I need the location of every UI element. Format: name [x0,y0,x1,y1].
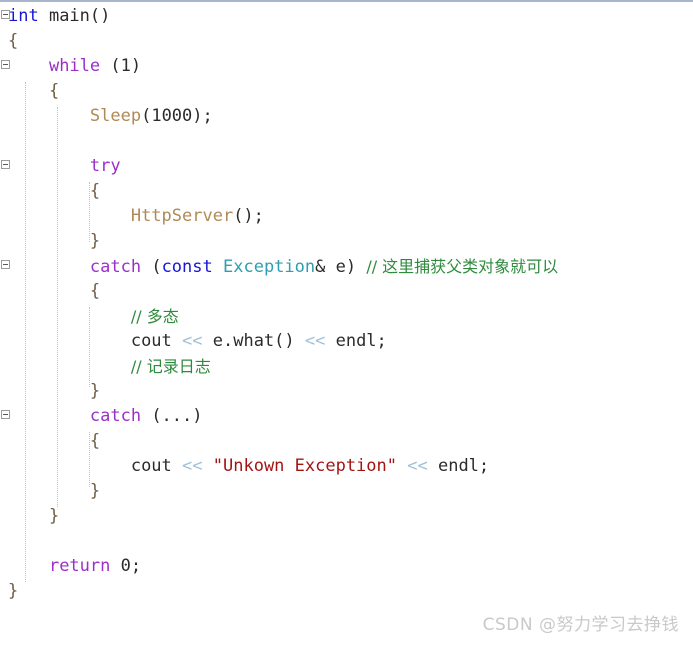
token: // 多态 [130,307,179,326]
token: main() [38,6,111,26]
line-int-main[interactable]: int main() [8,4,110,29]
line-cout-unkown[interactable]: cout << "Unkown Exception" << endl; [8,454,489,479]
line-open-brace-try[interactable]: { [8,179,100,204]
token: while [48,56,101,76]
token: 0 [120,556,131,576]
token: ; [130,556,142,576]
token: { [8,81,60,101]
line-close-brace-catch-all[interactable]: } [8,479,100,504]
code-editor-root: int main(){ while (1) { Sleep(1000); try… [0,0,693,645]
line-sleep[interactable]: Sleep(1000); [8,104,213,129]
token: endl; [325,331,387,351]
line-blank-1[interactable] [8,129,18,154]
line-catch-all[interactable]: catch (...) [8,404,203,429]
token: ) [130,56,142,76]
token: << [182,331,203,351]
line-while[interactable]: while (1) [8,54,141,79]
line-open-brace-while[interactable]: { [8,79,59,104]
line-httpserver[interactable]: HttpServer(); [8,204,264,229]
token: Sleep [89,106,142,126]
token: } [8,481,101,501]
token: "Unkown Exception" [212,456,397,476]
token: cout [130,456,172,476]
token: int [8,6,39,26]
token: HttpServer [130,206,234,226]
token: << [182,456,203,476]
token: // 这里捕获父类对象就可以 [366,257,559,276]
token: { [8,181,101,201]
token: catch [89,406,142,426]
token: 1000 [151,106,193,126]
token: } [8,231,101,251]
line-close-brace-while[interactable]: } [8,504,59,529]
token: } [8,381,101,401]
token: endl; [427,456,490,476]
token: const [161,257,213,277]
line-open-brace-catch-all[interactable]: { [8,429,100,454]
line-catch-exception[interactable]: catch (const Exception& e) // 这里捕获父类对象就可… [8,254,558,279]
token: & e) [315,257,367,277]
line-return[interactable]: return 0; [8,554,141,579]
line-open-brace-main[interactable]: { [8,29,18,54]
token: try [89,156,121,176]
token: { [8,281,101,301]
token: 1 [120,56,131,76]
token: Exception [223,257,316,277]
token: // 记录日志 [130,357,211,376]
line-comment-log[interactable]: // 记录日志 [8,354,211,379]
line-open-brace-catch-exception[interactable]: { [8,279,100,304]
token: return [48,556,111,576]
code-surface[interactable]: int main(){ while (1) { Sleep(1000); try… [0,2,693,645]
line-close-brace-try[interactable]: } [8,229,100,254]
token: << [407,456,428,476]
token: catch [89,257,142,277]
token: (...) [141,406,203,426]
line-comment-polymorphism[interactable]: // 多态 [8,304,179,329]
csdn-watermark: CSDN @努力学习去挣钱 [482,615,679,635]
token: e.what() [202,331,305,351]
token: << [304,331,326,351]
token: { [8,31,19,51]
token: ); [192,106,213,126]
line-try[interactable]: try [8,154,121,179]
token: cout [130,331,172,351]
line-close-brace-catch-exception[interactable]: } [8,379,100,404]
token: } [8,506,60,526]
line-cout-what[interactable]: cout << e.what() << endl; [8,329,387,354]
token: ( [141,106,152,126]
line-blank-2[interactable] [8,529,18,554]
token: } [8,581,19,601]
token: ( [141,257,162,277]
token: ( [100,56,121,76]
token: (); [233,206,264,226]
token: { [8,431,101,451]
line-close-brace-main[interactable]: } [8,579,18,604]
